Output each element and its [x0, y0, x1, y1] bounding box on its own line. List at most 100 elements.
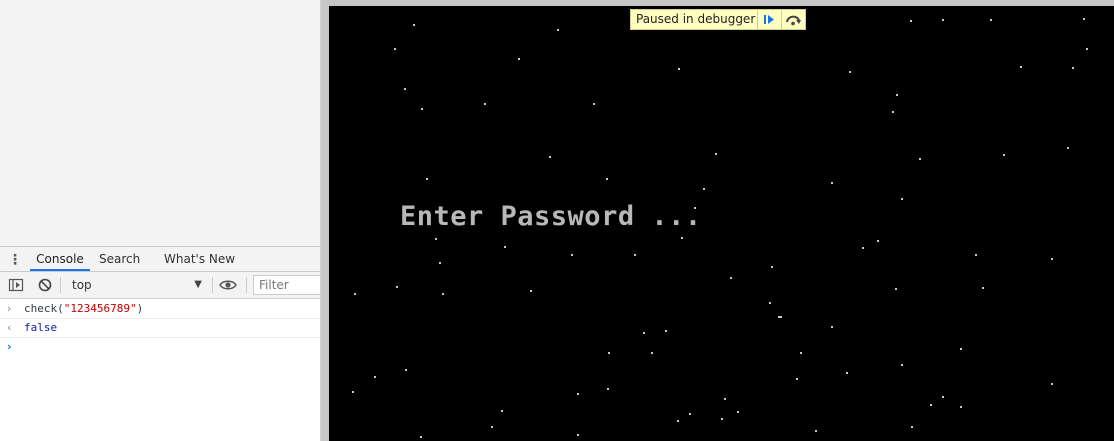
star: [530, 290, 532, 292]
clear-console-icon[interactable]: [37, 277, 53, 293]
star: [1067, 147, 1069, 149]
star: [990, 19, 992, 21]
console-result-value: false: [24, 321, 58, 334]
password-prompt-text: Enter Password ...: [400, 201, 702, 232]
star: [396, 286, 398, 288]
star: [689, 413, 691, 415]
star: [577, 393, 579, 395]
console-toolbar: top ▼: [0, 272, 320, 299]
star: [911, 426, 913, 428]
star: [1020, 66, 1022, 68]
star: [960, 348, 962, 350]
console-command-arg: "123456789": [63, 302, 137, 315]
star: [930, 404, 932, 406]
star: [877, 240, 879, 242]
chevron-down-icon: ▼: [194, 279, 202, 290]
star: [484, 103, 486, 105]
filter-input[interactable]: [253, 275, 320, 295]
step-over-icon: [786, 15, 801, 26]
star: [1072, 67, 1074, 69]
star: [435, 238, 437, 240]
star: [439, 262, 441, 264]
resume-button[interactable]: [757, 10, 781, 29]
star: [426, 178, 428, 180]
star: [557, 29, 559, 31]
star: [901, 364, 903, 366]
star: [780, 316, 782, 318]
prompt-chevron-icon: ›: [7, 340, 12, 353]
star: [1083, 18, 1085, 20]
panel-splitter[interactable]: [320, 0, 329, 441]
resume-icon: [764, 15, 774, 24]
star: [577, 434, 579, 436]
console-command-fn: check(: [24, 302, 64, 315]
star: [831, 326, 833, 328]
star: [960, 406, 962, 408]
toolbar-separator: [212, 277, 213, 293]
star: [354, 293, 356, 295]
star: [975, 254, 977, 256]
live-expression-eye-icon[interactable]: [219, 277, 237, 293]
star: [815, 430, 817, 432]
star: [846, 372, 848, 374]
console-command-close: ): [136, 302, 144, 315]
game-viewport[interactable]: Enter Password ...: [329, 6, 1114, 441]
star: [374, 376, 376, 378]
devtools-panel: ⋮ Console Search What's New top ▼ Filter…: [0, 0, 320, 441]
star: [1086, 48, 1088, 50]
star: [501, 410, 503, 412]
star: [634, 254, 636, 256]
toolbar-separator: [246, 277, 247, 293]
console-input-entry: › check("123456789"): [0, 300, 320, 319]
sidebar-toggle-icon[interactable]: [8, 277, 24, 293]
console-prompt[interactable]: ›: [0, 338, 320, 356]
star: [892, 111, 894, 113]
star: [769, 302, 771, 304]
star: [420, 436, 422, 438]
star: [849, 71, 851, 73]
context-select[interactable]: top ▼: [66, 275, 206, 295]
more-menu-icon[interactable]: ⋮: [8, 252, 22, 268]
star: [737, 411, 739, 413]
star: [724, 398, 726, 400]
step-over-button[interactable]: [781, 10, 805, 29]
star: [665, 330, 667, 332]
star: [982, 287, 984, 289]
tab-whats-new[interactable]: What's New: [164, 247, 235, 271]
console-output: › check("123456789") ‹ false ›: [0, 300, 320, 356]
star: [703, 188, 705, 190]
star: [715, 153, 717, 155]
star: [901, 198, 903, 200]
star: [942, 396, 944, 398]
context-select-value: top: [72, 278, 92, 292]
star: [504, 246, 506, 248]
star: [491, 426, 493, 428]
star: [549, 156, 551, 158]
star: [593, 103, 595, 105]
paused-in-debugger-banner: Paused in debugger: [630, 9, 806, 30]
star: [413, 24, 415, 26]
star: [607, 388, 609, 390]
star: [1003, 154, 1005, 156]
star: [800, 352, 802, 354]
star: [606, 178, 608, 180]
star: [394, 48, 396, 50]
drawer-tabbar: ⋮ Console Search What's New: [0, 246, 320, 272]
tab-search[interactable]: Search: [99, 247, 140, 271]
result-arrow-icon: ‹: [7, 321, 12, 334]
star: [1051, 383, 1053, 385]
star: [910, 20, 912, 22]
input-chevron-icon: ›: [7, 302, 12, 315]
star: [862, 247, 864, 249]
toolbar-separator: [60, 277, 61, 293]
star: [352, 391, 354, 393]
star: [942, 19, 944, 21]
star: [608, 352, 610, 354]
star: [518, 58, 520, 60]
star: [405, 369, 407, 371]
star: [919, 158, 921, 160]
star: [831, 182, 833, 184]
console-result-entry: ‹ false: [0, 319, 320, 338]
console-drawer: ⋮ Console Search What's New top ▼ Filter…: [0, 246, 320, 441]
tab-console[interactable]: Console: [30, 247, 90, 271]
